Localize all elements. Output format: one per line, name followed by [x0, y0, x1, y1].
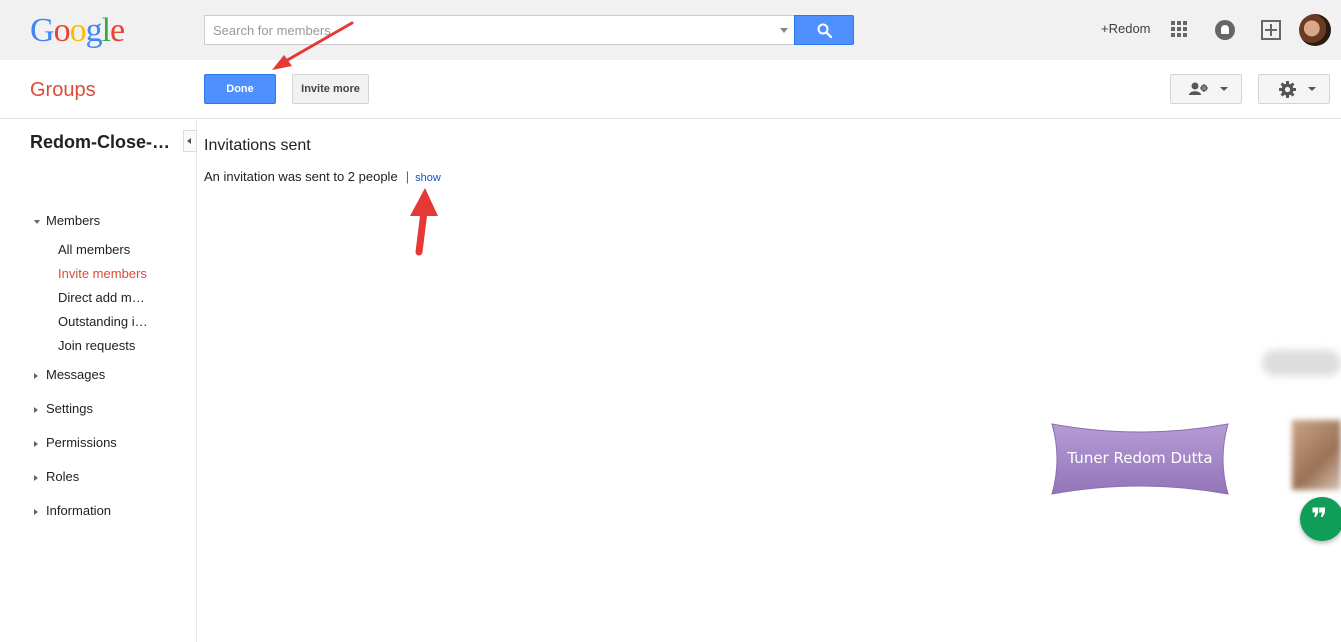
sidebar-subitem-all-members[interactable]: All members	[58, 242, 130, 257]
logo-letter: l	[101, 12, 112, 49]
action-toolbar: Groups Done Invite more	[0, 60, 1341, 119]
search-dropdown-icon[interactable]	[780, 28, 788, 33]
sidebar-item-information[interactable]: Information	[34, 503, 111, 518]
chevron-down-icon	[1308, 87, 1316, 91]
sidebar-subitem-join-requests[interactable]: Join requests	[58, 338, 135, 353]
sidebar-item-label: Settings	[46, 401, 93, 416]
sidebar-item-settings[interactable]: Settings	[34, 401, 93, 416]
chevron-down-icon	[1220, 87, 1228, 91]
invitation-message: An invitation was sent to 2 people	[204, 169, 398, 184]
search-input[interactable]	[205, 16, 765, 44]
sidebar: Redom-Close-… Members All members Invite…	[0, 120, 197, 642]
invitation-status: An invitation was sent to 2 people | show	[204, 169, 441, 184]
sidebar-subitem-outstanding-invitations[interactable]: Outstanding i…	[58, 314, 148, 329]
settings-menu-button[interactable]	[1258, 74, 1330, 104]
sidebar-subitem-direct-add[interactable]: Direct add m…	[58, 290, 145, 305]
sidebar-item-label: Permissions	[46, 435, 117, 450]
share-plus-icon[interactable]	[1261, 20, 1281, 40]
collapsed-arrow-icon	[34, 372, 38, 379]
sidebar-item-label: Members	[46, 213, 101, 228]
logo-letter: e	[110, 12, 125, 49]
add-member-icon	[1189, 82, 1208, 95]
notifications-icon[interactable]	[1215, 20, 1235, 40]
sidebar-item-label: Information	[46, 503, 112, 518]
collapsed-arrow-icon	[34, 406, 38, 413]
collapsed-arrow-icon	[34, 508, 38, 515]
blurred-profile-image	[1292, 420, 1341, 490]
hangouts-icon[interactable]: ❞	[1300, 497, 1341, 541]
google-logo[interactable]: Google	[30, 12, 125, 50]
gear-icon	[1279, 81, 1296, 98]
sidebar-item-label: Messages	[46, 367, 106, 382]
show-link[interactable]: show	[415, 172, 441, 184]
logo-letter: o	[69, 12, 87, 49]
collapsed-arrow-icon	[34, 474, 38, 481]
top-bar: Google +Redom	[0, 0, 1341, 60]
logo-letter: G	[30, 12, 55, 49]
collapse-sidebar-icon[interactable]	[183, 130, 197, 152]
done-button[interactable]: Done	[204, 74, 276, 104]
group-name[interactable]: Redom-Close-…	[30, 132, 170, 153]
hangouts-glyph: ❞	[1311, 502, 1328, 535]
sidebar-item-label: Roles	[46, 469, 80, 484]
search-icon	[817, 23, 832, 38]
search-box	[204, 15, 794, 45]
expanded-arrow-icon	[34, 219, 40, 224]
app-title[interactable]: Groups	[30, 79, 96, 102]
blurred-chat-bar	[1262, 350, 1341, 376]
logo-letter: o	[53, 12, 71, 49]
invite-more-button[interactable]: Invite more	[292, 74, 369, 104]
avatar[interactable]	[1299, 14, 1331, 46]
sidebar-item-roles[interactable]: Roles	[34, 469, 79, 484]
sidebar-item-members[interactable]: Members	[34, 213, 100, 228]
collapsed-arrow-icon	[34, 440, 38, 447]
user-profile-link[interactable]: +Redom	[1101, 21, 1151, 36]
sidebar-subitem-invite-members[interactable]: Invite members	[58, 266, 147, 281]
search-button[interactable]	[794, 15, 854, 45]
logo-letter: g	[85, 12, 103, 49]
sidebar-item-permissions[interactable]: Permissions	[34, 435, 117, 450]
watermark-text: Tuner Redom Dutta	[1067, 449, 1213, 467]
separator: |	[405, 169, 410, 184]
sidebar-item-messages[interactable]: Messages	[34, 367, 105, 382]
apps-grid-icon[interactable]	[1171, 21, 1188, 38]
add-member-menu-button[interactable]	[1170, 74, 1242, 104]
page-title: Invitations sent	[204, 137, 311, 154]
